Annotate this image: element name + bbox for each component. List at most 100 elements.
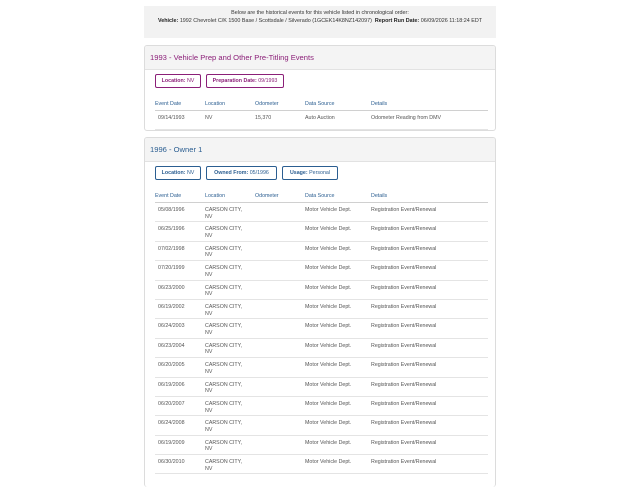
event-date-cell-text: 06/25/1996: [158, 226, 185, 233]
odometer-cell: [255, 454, 305, 475]
data-source-cell-text: Motor Vehicle Dept.: [305, 342, 352, 349]
col-odometer: Odometer: [255, 98, 305, 111]
data-source-cell-text: Motor Vehicle Dept.: [305, 207, 352, 213]
odometer-cell-text: [255, 300, 305, 304]
table-row: 07/02/1998 CARSON CITY, NV Motor Vehicle D…: [155, 241, 488, 262]
details-cell-text: Registration Event/Renewal: [371, 459, 437, 466]
odometer-cell-text: [255, 416, 305, 420]
details-cell: Registration Event/Renewal: [371, 318, 488, 339]
details-cell: Registration Event/Renewal: [371, 260, 488, 281]
col-location: Location: [205, 98, 255, 111]
location-cell-text: CARSON CITY, NV: [205, 323, 242, 336]
table-row: 06/30/2010 CARSON CITY, NV Motor Vehicle D…: [155, 454, 488, 475]
table-row: 07/20/1999 CARSON CITY, NV Motor Vehicle D…: [155, 260, 488, 281]
event-date-cell: 07/02/1998: [155, 241, 205, 262]
odometer-cell-text: [255, 358, 305, 362]
data-source-cell: Motor Vehicle Dept.: [305, 299, 371, 320]
odometer-cell-text: [255, 319, 305, 323]
location-cell: CARSON CITY, NV: [205, 260, 255, 281]
data-source-cell-text: Motor Vehicle Dept.: [305, 226, 352, 233]
event-date-cell-text: 06/30/2010: [158, 459, 185, 466]
event-date-cell-text: 06/24/2003: [158, 323, 185, 330]
data-source-cell-text: Motor Vehicle Dept.: [305, 284, 352, 291]
data-source-cell: Motor Vehicle Dept.: [305, 221, 371, 242]
location-cell: NV: [205, 110, 255, 130]
table-row: 06/24/2003 CARSON CITY, NV Motor Vehicle D…: [155, 318, 488, 339]
data-source-cell-text: Auto Auction: [305, 115, 335, 121]
location-cell: CARSON CITY, NV: [205, 338, 255, 359]
location-cell-text: CARSON CITY, NV: [205, 265, 242, 278]
odometer-cell: [255, 299, 305, 320]
events-table: Event Date Location Odometer Data Source…: [155, 98, 488, 130]
report-date-value: 06/09/2026 11:18:24 EDT: [420, 18, 483, 24]
event-date-cell: 06/30/2010: [155, 454, 205, 475]
preparation-date-tag: Preparation Date: 09/1993: [206, 74, 284, 88]
event-date-cell-text: 06/24/2008: [158, 420, 185, 427]
tag-value: NV: [186, 170, 195, 176]
event-date-cell: 06/19/2006: [155, 377, 205, 397]
col-data-source: Data Source: [305, 98, 371, 111]
col-details: Details: [371, 98, 488, 111]
event-date-cell: 06/20/2007: [155, 396, 205, 417]
event-date-cell: 09/14/1993: [155, 110, 205, 130]
data-source-cell: Auto Auction: [305, 110, 371, 130]
location-cell: CARSON CITY, NV: [205, 454, 255, 475]
data-source-cell-text: Motor Vehicle Dept.: [305, 381, 352, 388]
vehicle-line: Vehicle: 1992 Chevrolet C/K 1500 Base / …: [144, 17, 496, 25]
col-details: Details: [371, 190, 488, 203]
odometer-cell-text: [255, 261, 305, 265]
event-date-cell-text: 06/19/2009: [158, 439, 185, 446]
event-date-cell: 06/19/2009: [155, 435, 205, 456]
section-tags: Location: NV Preparation Date: 09/1993: [145, 70, 495, 98]
details-cell-text: Registration Event/Renewal: [371, 362, 437, 369]
data-source-cell-text: Motor Vehicle Dept.: [305, 323, 352, 330]
col-event-date: Event Date: [155, 98, 205, 111]
tag-value: 09/1993: [258, 78, 278, 84]
event-date-cell: 06/25/1996: [155, 221, 205, 242]
location-cell-text: CARSON CITY, NV: [205, 303, 242, 317]
event-date-cell-text: 09/14/1993: [158, 115, 185, 121]
col-event-date: Event Date: [155, 190, 205, 203]
odometer-cell: [255, 377, 305, 397]
location-cell-text: CARSON CITY, NV: [205, 400, 242, 414]
table-row: 06/20/2005 CARSON CITY, NV Motor Vehicle D…: [155, 357, 488, 378]
event-date-cell: 06/23/2000: [155, 280, 205, 300]
odometer-cell-text: [255, 222, 305, 226]
odometer-cell: [255, 202, 305, 223]
location-cell-text: CARSON CITY, NV: [205, 439, 242, 453]
details-cell: Registration Event/Renewal: [371, 454, 488, 475]
data-source-cell: Motor Vehicle Dept.: [305, 338, 371, 359]
odometer-cell: [255, 396, 305, 417]
data-source-cell: Motor Vehicle Dept.: [305, 396, 371, 417]
data-source-cell-text: Motor Vehicle Dept.: [305, 303, 352, 310]
location-tag: Location: NV: [155, 166, 201, 180]
data-source-cell-text: Motor Vehicle Dept.: [305, 245, 352, 252]
event-date-cell-text: 06/23/2004: [158, 342, 185, 349]
col-data-source: Data Source: [305, 190, 371, 203]
location-cell: CARSON CITY, NV: [205, 241, 255, 262]
details-cell: Registration Event/Renewal: [371, 377, 488, 397]
odometer-cell-text: 15,370: [255, 115, 272, 121]
details-cell-text: Registration Event/Renewal: [371, 420, 437, 427]
section-title: 1996 - Owner 1: [145, 138, 495, 162]
event-date-cell-text: 07/02/1998: [158, 245, 185, 252]
location-cell-text: CARSON CITY, NV: [205, 245, 242, 259]
details-cell-text: Registration Event/Renewal: [371, 439, 437, 446]
vehicle-value: 1992 Chevrolet C/K 1500 Base / Scottsdal…: [179, 18, 372, 24]
event-date-cell: 06/23/2004: [155, 338, 205, 359]
data-source-cell: Motor Vehicle Dept.: [305, 415, 371, 436]
details-cell-text: Registration Event/Renewal: [371, 303, 437, 310]
section-tags: Location: NV Owned From: 05/1996 Usage: …: [145, 162, 495, 190]
location-cell: CARSON CITY, NV: [205, 299, 255, 320]
table-header-row: Event Date Location Odometer Data Source…: [155, 98, 488, 111]
table-row: 06/23/2004 CARSON CITY, NV Motor Vehicle D…: [155, 338, 488, 359]
history-intro: Below are the historical events for this…: [231, 10, 409, 16]
table-row: 06/19/2006 CARSON CITY, NV Motor Vehicle D…: [155, 377, 488, 397]
event-date-cell-text: 06/20/2007: [158, 400, 185, 407]
col-location: Location: [205, 190, 255, 203]
odometer-cell-text: [255, 242, 305, 246]
location-cell-text: CARSON CITY, NV: [205, 362, 242, 375]
events-table: Event Date Location Odometer Data Source…: [155, 190, 488, 475]
data-source-cell: Motor Vehicle Dept.: [305, 357, 371, 378]
event-date-cell-text: 05/08/1996: [158, 207, 185, 213]
